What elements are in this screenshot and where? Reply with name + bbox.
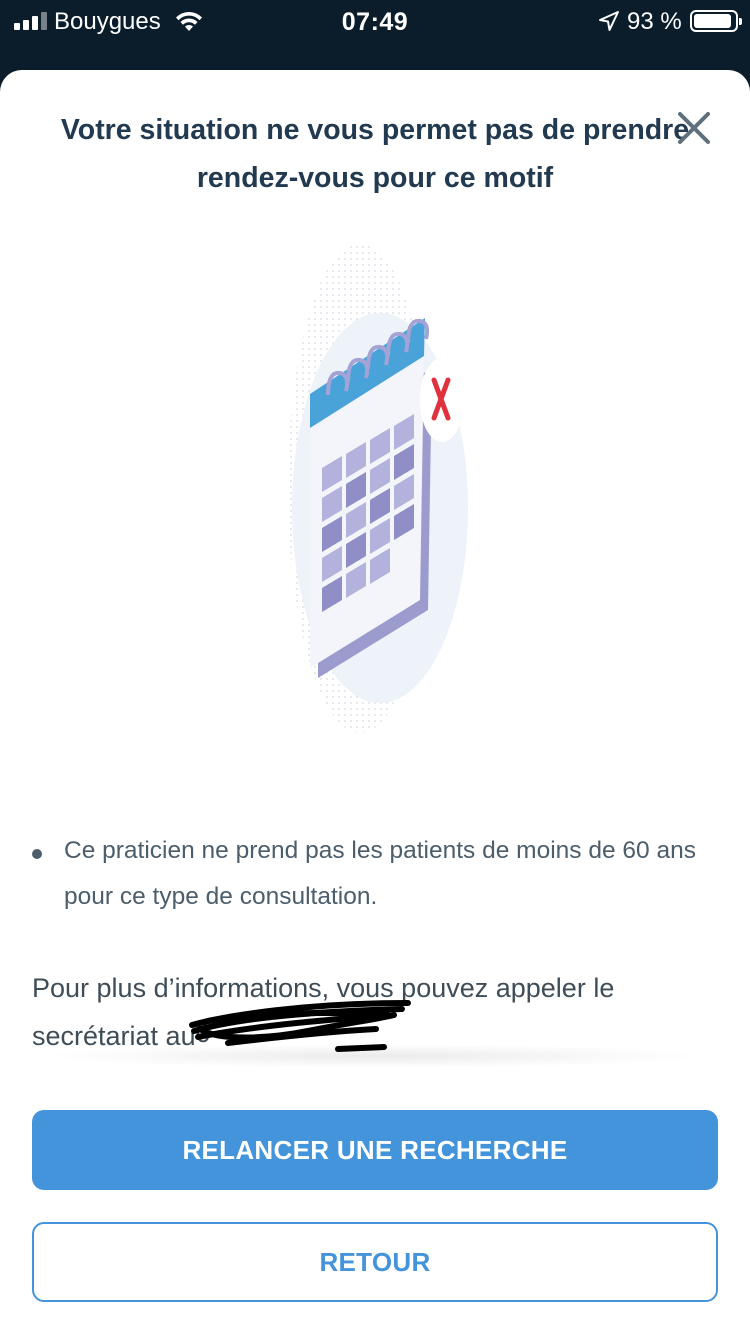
reasons-list: Ce praticien ne prend pas les patients d… xyxy=(32,828,712,920)
location-arrow-icon xyxy=(599,11,619,31)
bullet-icon xyxy=(32,849,42,859)
calendar-unavailable-icon xyxy=(288,243,468,733)
divider xyxy=(40,1044,710,1068)
status-bar: Bouygues 07:49 93 % xyxy=(0,0,750,44)
close-icon[interactable] xyxy=(672,106,716,150)
reason-text: Ce praticien ne prend pas les patients d… xyxy=(64,837,696,910)
modal-sheet: Votre situation ne vous permet pas de pr… xyxy=(0,70,750,1334)
battery-icon xyxy=(690,10,742,32)
relaunch-search-button[interactable]: RELANCER UNE RECHERCHE xyxy=(32,1110,718,1190)
redacted-phone-number: 0 xyxy=(188,1000,411,1052)
battery-percent: 93 % xyxy=(627,8,682,35)
list-item: Ce praticien ne prend pas les patients d… xyxy=(32,828,712,920)
modal-title: Votre situation ne vous permet pas de pr… xyxy=(60,114,690,194)
back-button[interactable]: RETOUR xyxy=(32,1222,718,1302)
